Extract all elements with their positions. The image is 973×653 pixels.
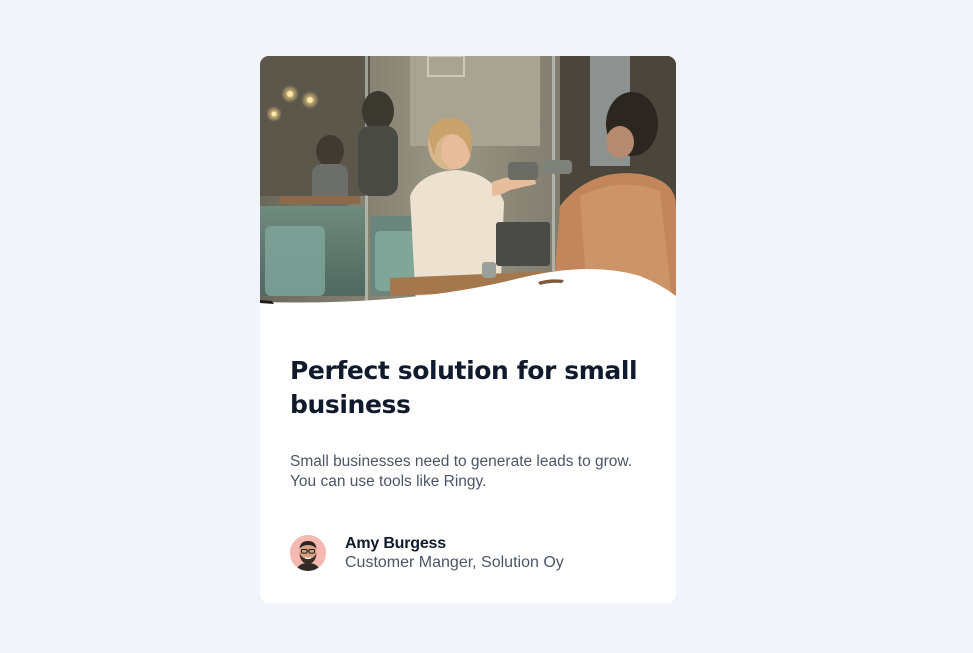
testimonial-card: Perfect solution for small business Smal… [260, 56, 676, 603]
card-body: Perfect solution for small business Smal… [290, 354, 646, 491]
card-description: Small businesses need to generate leads … [290, 453, 633, 490]
bearded-man-avatar-icon [290, 535, 326, 571]
author-text: Amy Burgess Customer Manger, Solution Oy [345, 534, 564, 572]
author-name: Amy Burgess [345, 535, 446, 552]
author-block: Amy Burgess Customer Manger, Solution Oy [290, 533, 564, 573]
cafe-photo [260, 56, 676, 338]
author-role: Customer Manger, Solution Oy [345, 554, 564, 571]
author-avatar [290, 535, 326, 571]
card-title: Perfect solution for small business [290, 356, 638, 419]
